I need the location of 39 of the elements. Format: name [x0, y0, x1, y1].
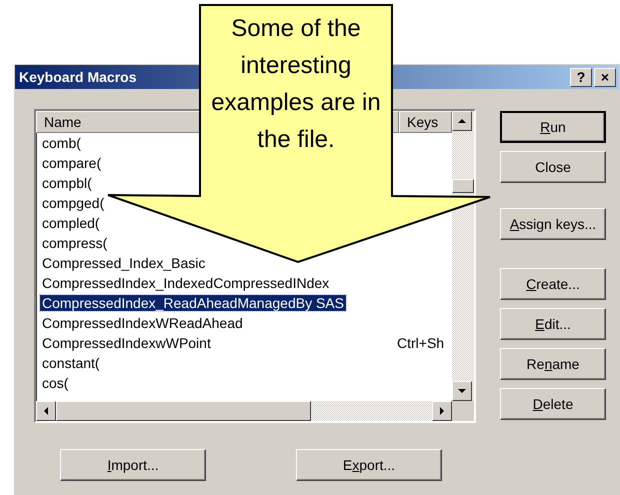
macro-name[interactable]: comb(	[40, 135, 83, 151]
dialog-button[interactable]: Assign keys...	[500, 208, 606, 240]
dialog-button[interactable]: Create...	[500, 268, 606, 300]
scrollbar-corner	[452, 401, 474, 421]
dialog-button[interactable]: Edit...	[500, 308, 606, 340]
macro-name[interactable]: compare(	[40, 155, 104, 171]
macro-name[interactable]: Compressed_Index_Basic	[40, 255, 208, 271]
scrollbar-thumb[interactable]	[452, 179, 474, 193]
callout-text: Some of the interesting examples are in the file.	[210, 14, 382, 155]
column-header[interactable]: Keys	[399, 111, 452, 133]
dialog-button[interactable]: Import...	[60, 449, 206, 481]
macro-name[interactable]: CompressedIndex_IndexedCompressedINdex	[40, 275, 332, 291]
macro-name[interactable]: compress(	[40, 235, 110, 251]
macro-name[interactable]: compged(	[40, 195, 106, 211]
macro-name[interactable]: CompressedIndexwWPoint	[40, 335, 213, 351]
up-arrow-icon	[458, 117, 466, 125]
dialog-button[interactable]: Rename	[500, 348, 606, 380]
scrollbar-thumb[interactable]	[56, 401, 311, 421]
right-arrow-icon	[438, 407, 446, 415]
scroll-down-button[interactable]	[452, 381, 472, 401]
dialog-button[interactable]: Close	[500, 151, 606, 183]
macro-name[interactable]: CompressedIndexWReadAhead	[40, 315, 245, 331]
help-button[interactable]: ?	[570, 68, 592, 86]
macro-name[interactable]: cos(	[40, 375, 70, 391]
macro-name[interactable]: compbl(	[40, 175, 94, 191]
scroll-right-button[interactable]	[432, 401, 452, 421]
dialog-button[interactable]: Delete	[500, 388, 606, 420]
dialog-button[interactable]: Export...	[296, 449, 442, 481]
scroll-left-button[interactable]	[36, 401, 56, 421]
left-arrow-icon	[42, 407, 50, 415]
macro-name[interactable]: constant(	[40, 355, 102, 371]
window-title: Keyboard Macros	[19, 69, 136, 85]
close-button[interactable]: ×	[594, 68, 616, 86]
scroll-up-button[interactable]	[452, 111, 472, 131]
dialog-button[interactable]: Run	[500, 111, 606, 143]
macro-name[interactable]: CompressedIndex_ReadAheadManagedBy SAS	[40, 295, 346, 311]
down-arrow-icon	[458, 387, 466, 395]
macro-keys: Ctrl+Sh	[392, 335, 444, 351]
macro-name[interactable]: compled(	[40, 215, 102, 231]
